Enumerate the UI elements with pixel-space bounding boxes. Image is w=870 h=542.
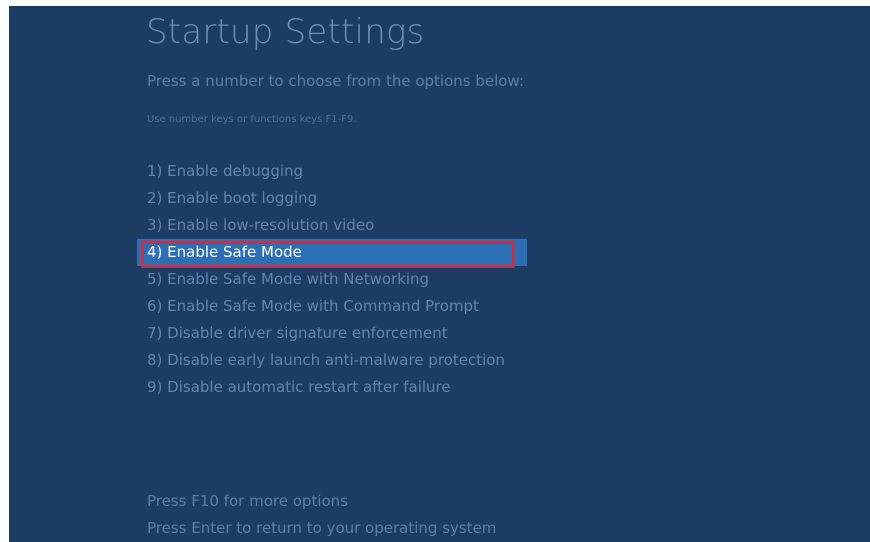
startup-options-list: 1) Enable debugging 2) Enable boot loggi… (137, 158, 527, 401)
return-to-os-hint[interactable]: Press Enter to return to your operating … (147, 519, 496, 537)
option-enable-safe-mode[interactable]: 4) Enable Safe Mode (137, 239, 527, 268)
option-enable-safe-mode-networking[interactable]: 5) Enable Safe Mode with Networking (137, 266, 527, 293)
more-options-hint[interactable]: Press F10 for more options (147, 492, 348, 510)
option-disable-early-launch-anti-malware[interactable]: 8) Disable early launch anti-malware pro… (137, 347, 527, 374)
option-disable-driver-signature-enforcement[interactable]: 7) Disable driver signature enforcement (137, 320, 527, 347)
key-hint-text: Use number keys or functions keys F1-F9. (147, 114, 357, 125)
page-title: Startup Settings (146, 12, 425, 52)
option-disable-automatic-restart[interactable]: 9) Disable automatic restart after failu… (137, 374, 527, 401)
option-enable-low-resolution-video[interactable]: 3) Enable low-resolution video (137, 212, 527, 239)
instructions-text: Press a number to choose from the option… (147, 72, 524, 90)
option-enable-safe-mode-command-prompt[interactable]: 6) Enable Safe Mode with Command Prompt (137, 293, 527, 320)
option-enable-debugging[interactable]: 1) Enable debugging (137, 158, 527, 185)
startup-settings-screen: Startup Settings Press a number to choos… (9, 6, 870, 542)
option-enable-boot-logging[interactable]: 2) Enable boot logging (137, 185, 527, 212)
